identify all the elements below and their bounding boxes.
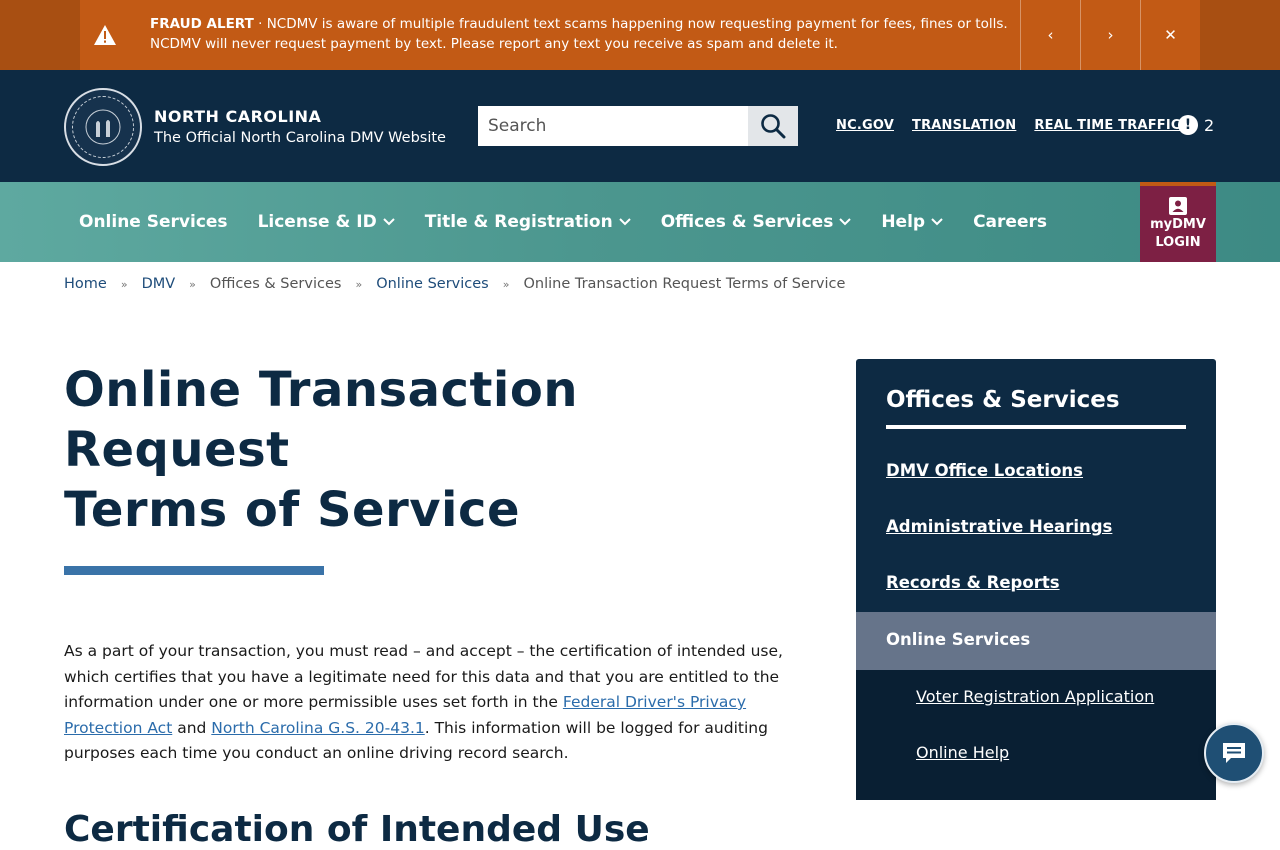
nav-label: Help bbox=[881, 212, 926, 232]
breadcrumb-separator: » bbox=[189, 277, 196, 291]
breadcrumb-separator: » bbox=[355, 277, 363, 291]
breadcrumb: Home » DMV » Offices & Services » Online… bbox=[64, 276, 845, 292]
intro-text-2: and bbox=[172, 718, 212, 737]
breadcrumb-home[interactable]: Home bbox=[64, 276, 107, 292]
warning-icon bbox=[80, 0, 130, 70]
alerts-count: 2 bbox=[1204, 115, 1215, 135]
page-title: Online Transaction Request Terms of Serv… bbox=[64, 360, 804, 540]
nav-label: Online Services bbox=[79, 212, 228, 232]
main-nav: Online Services License & ID Title & Reg… bbox=[0, 182, 1280, 262]
translation-link[interactable]: TRANSLATION bbox=[912, 118, 1016, 133]
fraud-alert-text: NCDMV is aware of multiple fraudulent te… bbox=[150, 16, 1008, 52]
search-icon bbox=[761, 114, 786, 139]
mydmv-label: myDMV bbox=[1150, 217, 1206, 232]
fraud-alert-label: FRAUD ALERT bbox=[150, 16, 254, 32]
fraud-alert-separator: · bbox=[258, 16, 263, 32]
sidebar-item-administrative-hearings[interactable]: Administrative Hearings bbox=[886, 517, 1112, 536]
sidebar-item-online-services[interactable]: Online Services bbox=[856, 612, 1216, 670]
title-accent-bar bbox=[64, 566, 324, 575]
certification-heading: Certification of Intended Use bbox=[64, 808, 650, 850]
sidebar-nav: Offices & Services DMV Office Locations … bbox=[856, 359, 1216, 800]
close-icon: ✕ bbox=[1164, 26, 1177, 44]
brand-subtitle: The Official North Carolina DMV Website bbox=[154, 130, 446, 146]
search-form bbox=[478, 106, 798, 146]
state-seal-logo[interactable] bbox=[64, 88, 142, 166]
nav-label: Title & Registration bbox=[424, 212, 613, 232]
mydmv-login-button[interactable]: myDMV LOGIN bbox=[1140, 182, 1216, 262]
mydmv-login-label: LOGIN bbox=[1155, 235, 1201, 250]
chat-bubble-icon bbox=[1223, 743, 1245, 763]
nav-label: Careers bbox=[973, 212, 1047, 232]
intro-paragraph: As a part of your transaction, you must … bbox=[64, 639, 804, 767]
main-nav-items: Online Services License & ID Title & Reg… bbox=[64, 182, 1062, 262]
chevron-down-icon bbox=[382, 216, 395, 229]
nav-title-registration[interactable]: Title & Registration bbox=[410, 212, 646, 232]
fraud-alert-message: FRAUD ALERT · NCDMV is aware of multiple… bbox=[130, 0, 1020, 70]
alert-next-button[interactable]: › bbox=[1080, 0, 1140, 70]
brand-title: NORTH CAROLINA bbox=[154, 107, 322, 126]
sidebar-subnav: Voter Registration Application Online He… bbox=[856, 670, 1216, 800]
nav-online-services[interactable]: Online Services bbox=[64, 212, 243, 232]
search-button[interactable] bbox=[748, 106, 798, 146]
page-title-line1: Online Transaction Request bbox=[64, 362, 578, 478]
nc-gov-link[interactable]: NC.GOV bbox=[836, 118, 894, 133]
breadcrumb-separator: » bbox=[120, 277, 128, 291]
fraud-alert-panel: FRAUD ALERT · NCDMV is aware of multiple… bbox=[80, 0, 1200, 70]
site-header: NORTH CAROLINA The Official North Caroli… bbox=[0, 70, 1280, 182]
user-badge-icon bbox=[1169, 197, 1187, 215]
chevron-right-icon: › bbox=[1107, 26, 1114, 44]
breadcrumb-separator: » bbox=[502, 277, 510, 291]
sidebar-title: Offices & Services bbox=[886, 387, 1186, 429]
nav-help[interactable]: Help bbox=[866, 212, 958, 232]
nav-offices-services[interactable]: Offices & Services bbox=[646, 212, 867, 232]
alert-exclamation-icon: ! bbox=[1178, 115, 1198, 135]
sidebar-item-dmv-office-locations[interactable]: DMV Office Locations bbox=[886, 461, 1083, 480]
chevron-left-icon: ‹ bbox=[1047, 26, 1054, 44]
alert-close-button[interactable]: ✕ bbox=[1140, 0, 1200, 70]
chevron-down-icon bbox=[839, 216, 852, 229]
site-brand[interactable]: NORTH CAROLINA The Official North Caroli… bbox=[154, 106, 446, 148]
breadcrumb-online-services[interactable]: Online Services bbox=[376, 276, 489, 292]
page-title-line2: Terms of Service bbox=[64, 482, 521, 538]
utility-links: NC.GOV TRANSLATION REAL TIME TRAFFIC bbox=[836, 118, 1181, 133]
breadcrumb-offices-services: Offices & Services bbox=[209, 276, 342, 292]
main-content: Online Transaction Request Terms of Serv… bbox=[64, 360, 804, 850]
sidebar-item-records-reports[interactable]: Records & Reports bbox=[886, 573, 1060, 592]
seal-icon bbox=[72, 96, 134, 158]
sidebar-subitem-voter-registration[interactable]: Voter Registration Application bbox=[916, 687, 1154, 706]
nav-careers[interactable]: Careers bbox=[958, 212, 1062, 232]
sidebar-subitem-online-help[interactable]: Online Help bbox=[916, 743, 1009, 762]
nav-label: License & ID bbox=[257, 212, 377, 232]
nav-label: Offices & Services bbox=[660, 212, 834, 232]
nav-license-id[interactable]: License & ID bbox=[243, 212, 410, 232]
alert-prev-button[interactable]: ‹ bbox=[1020, 0, 1080, 70]
chevron-down-icon bbox=[619, 216, 631, 229]
real-time-traffic-link[interactable]: REAL TIME TRAFFIC bbox=[1034, 118, 1180, 133]
breadcrumb-current: Online Transaction Request Terms of Serv… bbox=[523, 276, 846, 292]
fraud-alert-bar: FRAUD ALERT · NCDMV is aware of multiple… bbox=[0, 0, 1280, 70]
search-input[interactable] bbox=[478, 106, 748, 146]
chevron-down-icon bbox=[931, 216, 943, 229]
alerts-indicator[interactable]: ! 2 bbox=[1178, 115, 1214, 135]
breadcrumb-dmv[interactable]: DMV bbox=[142, 276, 176, 292]
nc-statute-link[interactable]: North Carolina G.S. 20-43.1 bbox=[211, 719, 424, 737]
chat-button[interactable] bbox=[1204, 723, 1264, 783]
